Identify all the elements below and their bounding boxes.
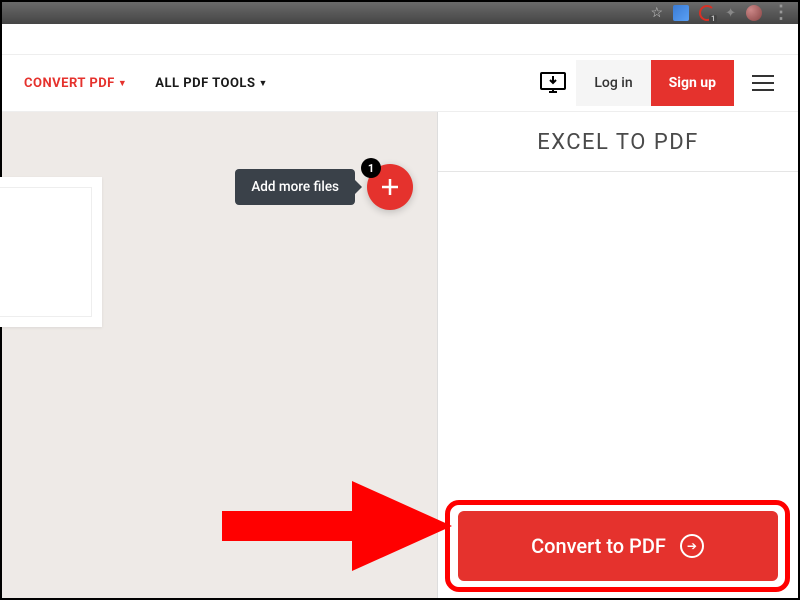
login-label: Log in xyxy=(594,75,632,91)
annotation-highlight-box: Convert to PDF ➔ xyxy=(445,500,790,592)
file-workspace: Add more files 1 LS n.xls xyxy=(2,112,437,598)
badge-count: 1 xyxy=(368,162,374,175)
browser-chrome-bar: ☆ 1 ✦ ⋮ xyxy=(2,2,798,24)
login-button[interactable]: Log in xyxy=(576,60,650,106)
convert-to-pdf-button[interactable]: Convert to PDF ➔ xyxy=(458,511,778,581)
nav-convert-pdf[interactable]: CONVERT PDF ▼ xyxy=(24,76,127,91)
file-card[interactable]: LS xyxy=(0,177,102,327)
nav-tools-label: ALL PDF TOOLS xyxy=(155,76,255,91)
conversion-panel: EXCEL TO PDF Convert to PDF ➔ xyxy=(437,112,798,598)
arrow-right-circle-icon: ➔ xyxy=(680,534,704,558)
nav-left-group: CONVERT PDF ▼ ALL PDF TOOLS ▼ xyxy=(24,76,268,91)
nav-all-pdf-tools[interactable]: ALL PDF TOOLS ▼ xyxy=(155,76,268,91)
desktop-app-icon[interactable] xyxy=(530,60,576,106)
chevron-down-icon: ▼ xyxy=(118,78,127,89)
spacer xyxy=(2,24,798,54)
add-file-button[interactable]: 1 xyxy=(367,164,413,210)
signup-label: Sign up xyxy=(669,75,716,91)
add-more-files-group: Add more files 1 xyxy=(235,164,413,210)
signup-button[interactable]: Sign up xyxy=(651,60,734,106)
convert-button-label: Convert to PDF xyxy=(531,534,666,558)
hamburger-menu-icon[interactable] xyxy=(740,60,786,106)
nav-right-group: Log in Sign up xyxy=(530,60,786,106)
file-count-badge: 1 xyxy=(361,158,381,178)
main-content: Add more files 1 LS n.xls xyxy=(2,112,798,598)
nav-convert-label: CONVERT PDF xyxy=(24,76,115,91)
annotation-arrow-icon xyxy=(222,466,462,586)
panel-body: Convert to PDF ➔ xyxy=(438,172,798,598)
tooltip-text: Add more files xyxy=(251,179,339,195)
browser-menu-icon[interactable]: ⋮ xyxy=(772,9,790,16)
profile-avatar-icon[interactable] xyxy=(746,5,762,21)
chevron-down-icon: ▼ xyxy=(258,78,267,89)
add-more-tooltip: Add more files xyxy=(235,169,355,205)
panel-title: EXCEL TO PDF xyxy=(438,112,798,172)
file-preview: LS xyxy=(0,187,92,317)
bookmark-star-icon[interactable]: ☆ xyxy=(651,5,664,21)
top-navbar: CONVERT PDF ▼ ALL PDF TOOLS ▼ Log in Sig… xyxy=(2,54,798,112)
extensions-puzzle-icon[interactable]: ✦ xyxy=(725,6,736,21)
extension-icon[interactable] xyxy=(673,5,689,21)
extension-icon[interactable]: 1 xyxy=(699,5,715,21)
